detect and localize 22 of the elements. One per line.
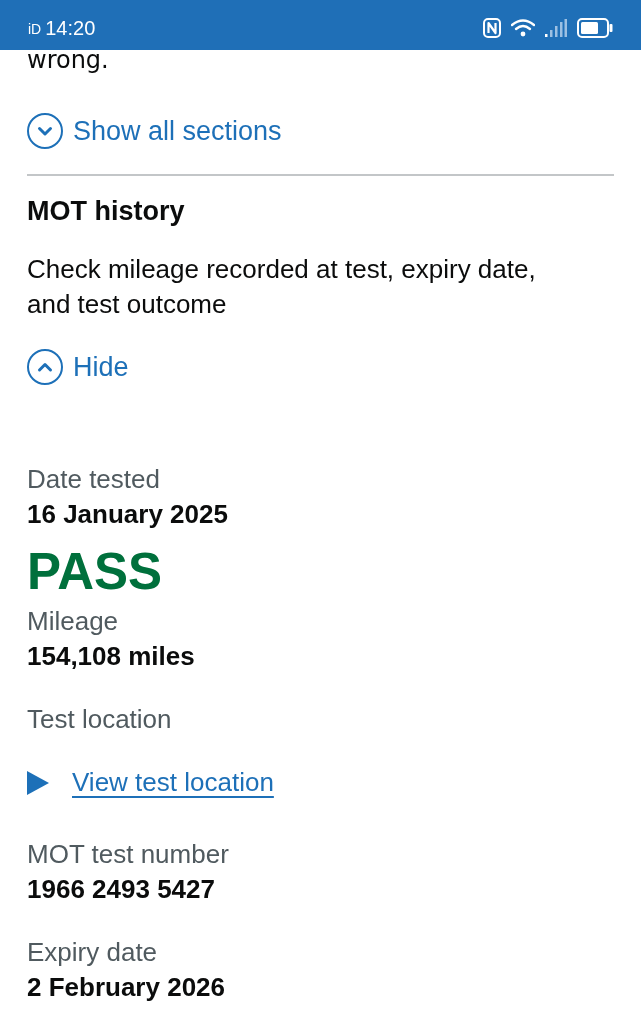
section-heading: MOT history [27,195,186,228]
nfc-icon [483,18,501,38]
carrier-label: iD [28,20,42,38]
field-value: 154,108 miles [27,640,196,673]
view-location-link[interactable]: View test location [72,765,274,800]
triangle-right-icon[interactable] [27,770,49,795]
hide-section-button[interactable]: Hide [27,349,129,385]
field-value: 2 February 2026 [27,971,226,1004]
battery-icon [577,18,613,38]
status-time: 14:20 [45,16,96,40]
field-label: Expiry date [27,936,159,969]
wifi-icon [511,19,535,37]
field-label: Mileage [27,605,120,638]
test-result: PASS [27,543,163,601]
field-value: 16 January 2025 [27,498,229,531]
field-label: MOT test number [27,838,230,871]
section-summary: Check mileage recorded at test, expiry date, and test outcome [27,253,537,321]
show-all-sections-button[interactable]: Show all sections [27,113,282,149]
field-value: 1966 2493 5427 [27,873,216,906]
field-label: Date tested [27,463,161,496]
field-label: Test location [27,703,173,736]
signal-icon [545,19,567,37]
